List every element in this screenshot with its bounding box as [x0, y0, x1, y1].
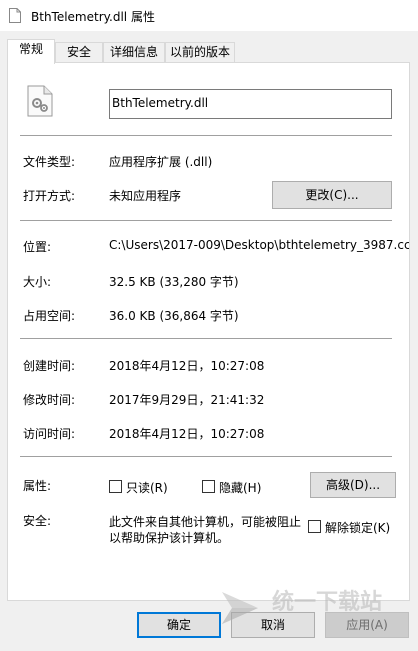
- location-value: C:\Users\2017-009\Desktop\bthtelemetry_3…: [109, 238, 409, 252]
- divider: [20, 456, 392, 457]
- security-text-line1: 此文件来自其他计算机，可能被阻止: [109, 515, 302, 529]
- divider: [20, 338, 392, 339]
- modified-label: 修改时间:: [23, 393, 76, 407]
- readonly-label: 只读(R): [126, 481, 168, 495]
- divider: [20, 135, 392, 136]
- title-bar: BthTelemetry.dll 属性: [0, 0, 418, 31]
- unblock-label: 解除锁定(K): [325, 521, 391, 535]
- tab-strip: 常规 安全 详细信息 以前的版本: [0, 39, 418, 64]
- file-icon: [9, 8, 21, 23]
- ok-button[interactable]: 确定: [137, 612, 221, 638]
- accessed-value: 2018年4月12日，10:27:08: [109, 427, 265, 441]
- created-value: 2018年4月12日，10:27:08: [109, 359, 265, 373]
- unblock-checkbox[interactable]: [308, 520, 321, 533]
- created-label: 创建时间:: [23, 359, 76, 373]
- apply-button[interactable]: 应用(A): [325, 612, 409, 638]
- open-with-value: 未知应用程序: [109, 189, 182, 203]
- disk-size-label: 占用空间:: [23, 309, 76, 323]
- file-type-label: 文件类型:: [23, 155, 76, 169]
- window-title: BthTelemetry.dll 属性: [31, 10, 155, 24]
- dll-file-icon: [27, 85, 53, 117]
- location-label: 位置:: [23, 240, 52, 254]
- hidden-checkbox[interactable]: [202, 480, 215, 493]
- accessed-label: 访问时间:: [23, 427, 76, 441]
- readonly-checkbox[interactable]: [109, 480, 122, 493]
- tab-previous-versions[interactable]: 以前的版本: [165, 42, 235, 63]
- file-name-field[interactable]: BthTelemetry.dll: [109, 89, 392, 119]
- size-label: 大小:: [23, 275, 52, 289]
- attributes-label: 属性:: [23, 479, 52, 493]
- tab-security[interactable]: 安全: [55, 42, 103, 63]
- file-type-value: 应用程序扩展 (.dll): [109, 155, 213, 169]
- size-value: 32.5 KB (33,280 字节): [109, 275, 239, 289]
- security-text-line2: 以帮助保护该计算机。: [109, 531, 230, 545]
- hidden-label: 隐藏(H): [219, 481, 262, 495]
- disk-size-value: 36.0 KB (36,864 字节): [109, 309, 239, 323]
- tab-details[interactable]: 详细信息: [103, 42, 165, 63]
- change-button[interactable]: 更改(C)...: [272, 181, 392, 209]
- advanced-button[interactable]: 高级(D)...: [310, 472, 396, 498]
- tab-general[interactable]: 常规: [7, 39, 55, 64]
- divider: [20, 220, 392, 221]
- general-panel: BthTelemetry.dll 文件类型: 应用程序扩展 (.dll) 打开方…: [7, 62, 410, 601]
- modified-value: 2017年9月29日，21:41:32: [109, 393, 265, 407]
- open-with-label: 打开方式:: [23, 189, 76, 203]
- file-name-value: BthTelemetry.dll: [112, 96, 209, 110]
- security-label: 安全:: [23, 514, 52, 528]
- cancel-button[interactable]: 取消: [231, 612, 315, 638]
